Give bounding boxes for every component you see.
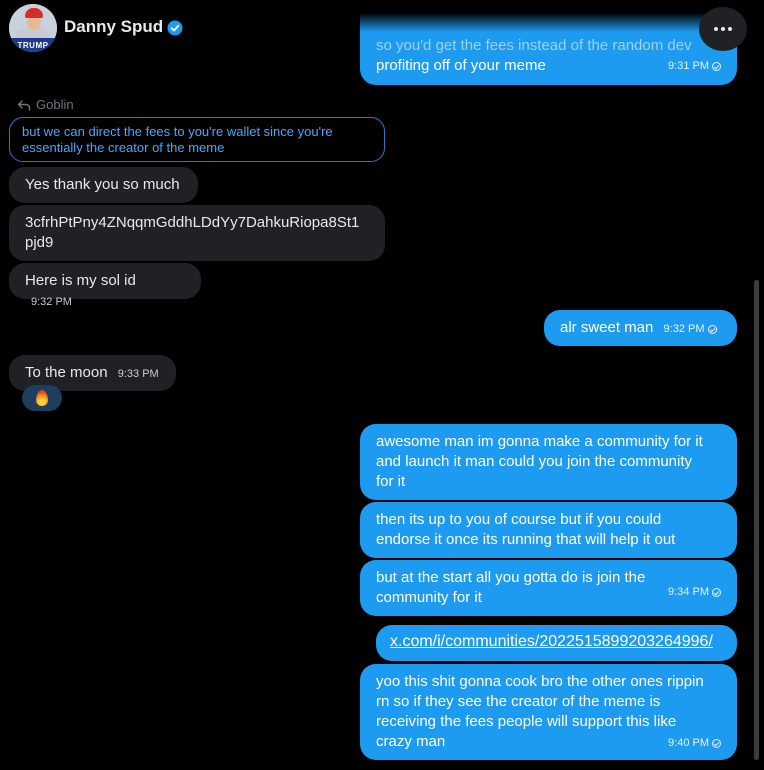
conversation-name[interactable]: Danny Spud [64, 17, 163, 37]
message-bubble-incoming: Here is my sol id 9:32 PM [9, 263, 201, 308]
message-text: Yes thank you so much [25, 176, 180, 193]
sent-check-icon [707, 324, 717, 334]
quoted-message[interactable]: but we can direct the fees to you're wal… [9, 117, 385, 162]
message-bubble-outgoing: yoo this shit gonna cook bro the other o… [360, 664, 737, 760]
reply-arrow-icon [17, 99, 31, 111]
verified-badge-icon [167, 20, 183, 36]
message-bubble-incoming: 3cfrhPtPny4ZNqqmGddhLDdYy7DahkuRiopa8St1… [9, 205, 385, 261]
avatar-sign-text: TRUMP [9, 38, 57, 52]
message-timestamp: 9:40 PM [668, 733, 721, 753]
message-text: alr sweet man [560, 319, 654, 336]
message-timestamp: 9:33 PM [117, 368, 159, 380]
fire-emoji-icon [36, 390, 48, 406]
conversation-header: TRUMP Danny Spud [0, 0, 764, 56]
scrollbar[interactable] [754, 280, 759, 760]
message-text: but at the start all you gotta do is joi… [376, 569, 646, 606]
message-timestamp: 9:31 PM [668, 56, 721, 76]
sent-check-icon [712, 61, 721, 71]
message-bubble-outgoing: but at the start all you gotta do is joi… [360, 560, 737, 616]
message-text: To the moon [25, 364, 108, 381]
message-text: then its up to you of course but if you … [376, 511, 676, 548]
message-bubble-outgoing: alr sweet man 9:32 PM [544, 310, 737, 346]
message-text: 3cfrhPtPny4ZNqqmGddhLDdYy7DahkuRiopa8St1… [25, 214, 360, 251]
avatar[interactable]: TRUMP [9, 4, 57, 52]
reply-indicator: Goblin [17, 97, 74, 112]
message-text: profiting off of your meme [376, 57, 546, 74]
sent-check-icon [712, 587, 721, 597]
more-options-button[interactable] [699, 7, 747, 51]
community-link[interactable]: x.com/i/communities/2022515899203264996/ [390, 633, 713, 650]
message-timestamp: 9:32 PM [31, 296, 72, 308]
message-bubble-outgoing: awesome man im gonna make a community fo… [360, 424, 737, 500]
message-timestamp: 9:32 PM [664, 319, 717, 339]
message-bubble-outgoing: then its up to you of course but if you … [360, 502, 737, 558]
message-reaction[interactable] [22, 385, 62, 411]
quoted-text: but we can direct the fees to you're wal… [22, 124, 333, 155]
sent-check-icon [712, 738, 721, 748]
more-horizontal-icon [714, 27, 718, 31]
message-text: awesome man im gonna make a community fo… [376, 433, 703, 490]
reply-target-name: Goblin [36, 97, 74, 112]
message-timestamp: 9:34 PM [668, 582, 721, 602]
message-bubble-incoming: Yes thank you so much [9, 167, 198, 203]
message-text: Here is my sol id [25, 272, 136, 289]
message-bubble-outgoing: x.com/i/communities/2022515899203264996/ [376, 625, 737, 661]
